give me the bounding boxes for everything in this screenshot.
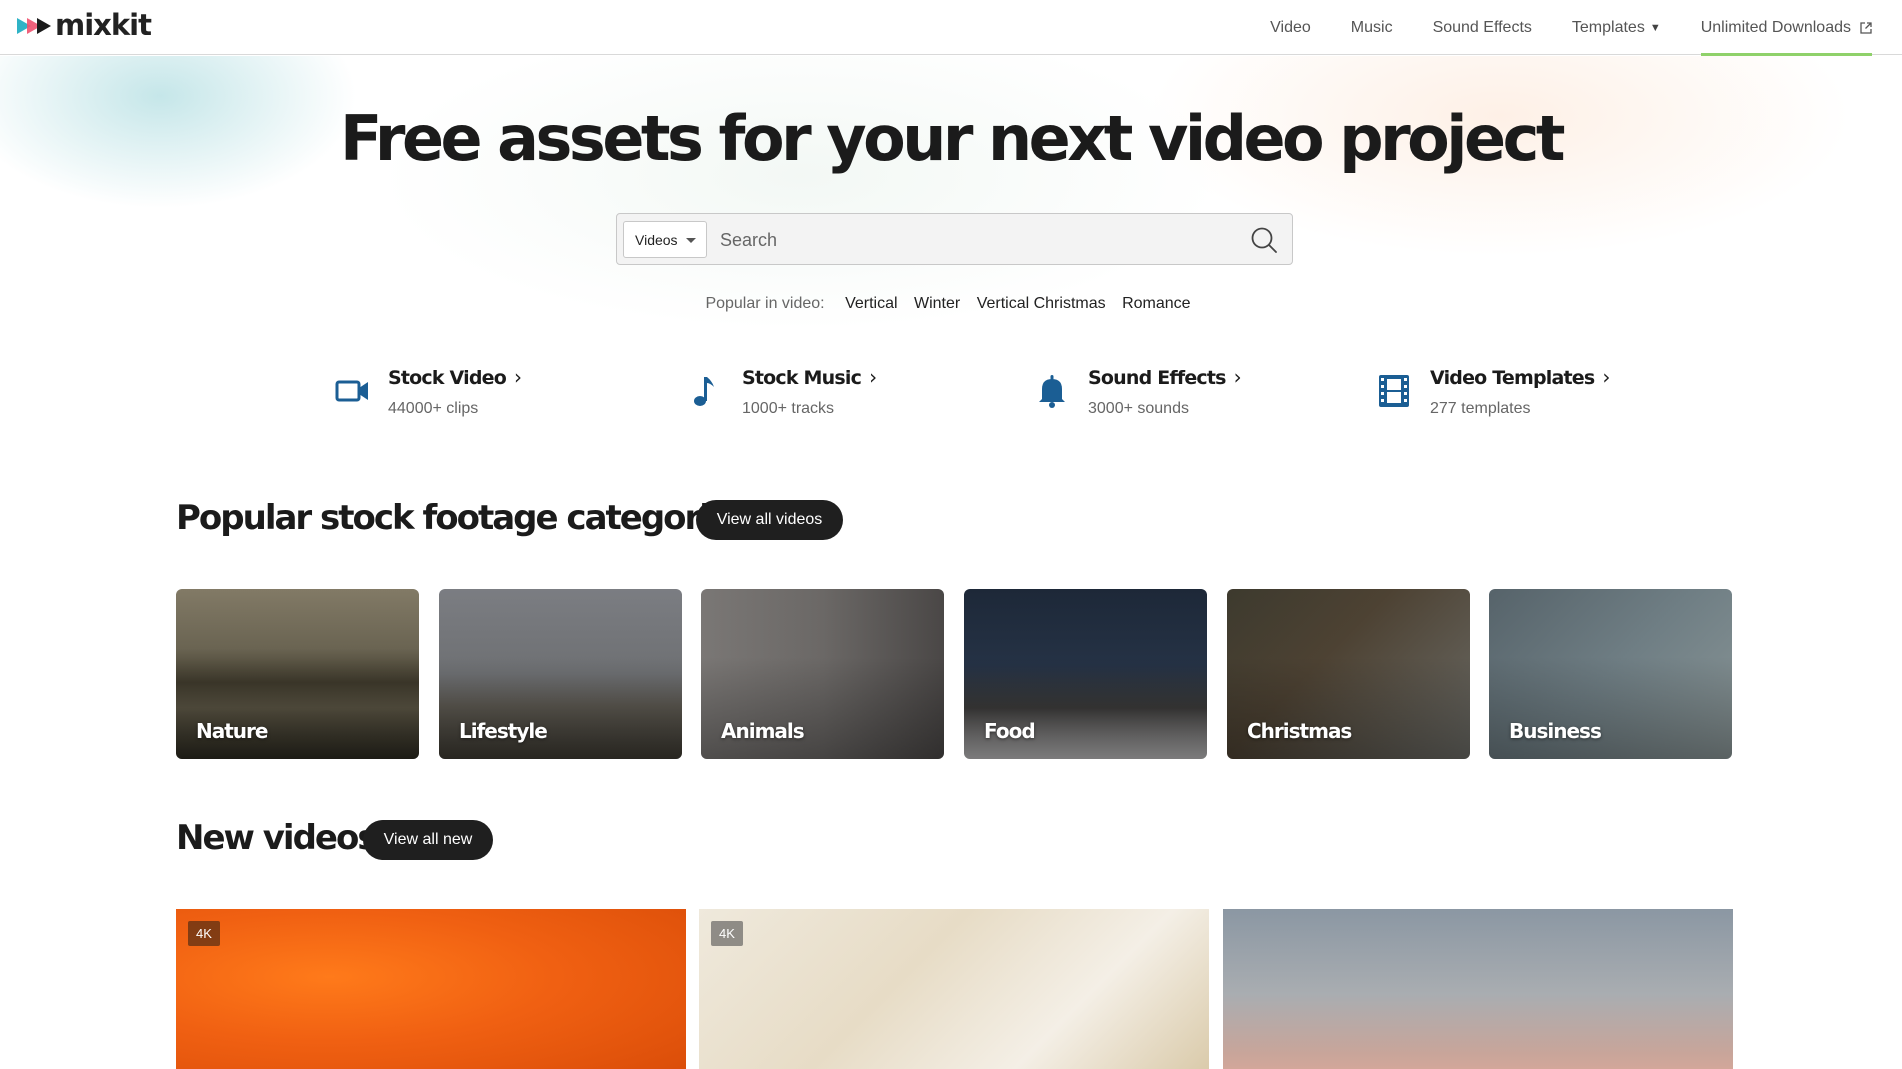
nav-music-label: Music [1350, 18, 1393, 36]
category-subtitle: 44000+ clips [388, 400, 479, 417]
nav-video-label: Video [1270, 18, 1311, 36]
nav-templates[interactable]: Templates ▼ [1572, 0, 1661, 55]
popular-tag-vertical-christmas[interactable]: Vertical Christmas [977, 295, 1106, 312]
category-title-text: Stock Music [742, 367, 862, 389]
nav-templates-label: Templates [1571, 18, 1645, 36]
chevron-right-icon: › [1233, 365, 1242, 389]
search-icon[interactable] [1250, 226, 1278, 254]
bell-icon [1039, 375, 1065, 408]
nav-unlimited-downloads-label: Unlimited Downloads [1700, 18, 1851, 36]
film-strip-icon [1379, 375, 1409, 407]
tile-label: Christmas [1247, 719, 1352, 743]
footage-tile-food[interactable]: Food [964, 589, 1207, 759]
footage-tile-christmas[interactable]: Christmas [1227, 589, 1470, 759]
tile-label: Food [984, 719, 1036, 743]
popular-tag-vertical[interactable]: Vertical [845, 295, 897, 312]
logo-text: mixkit [55, 8, 152, 42]
search-type-value: Videos [635, 231, 678, 248]
quick-categories: Stock Video › 44000+ clips Stock Music › 1… [0, 365, 1902, 435]
chevron-right-icon: › [1602, 365, 1610, 389]
chevron-right-icon: › [869, 365, 877, 389]
tile-label: Lifestyle [459, 719, 548, 743]
nav-sound-effects[interactable]: Sound Effects [1433, 0, 1532, 55]
mixkit-logo[interactable]: mixkit [17, 8, 152, 42]
category-title-text: Stock Video [388, 367, 507, 389]
nav-sound-effects-label: Sound Effects [1432, 18, 1532, 36]
music-note-icon [694, 377, 714, 406]
search-type-select[interactable]: Videos [623, 221, 707, 258]
category-title: Stock Video › [388, 365, 522, 389]
new-videos-title: New videos [176, 818, 378, 858]
nav-unlimited-downloads[interactable]: Unlimited Downloads [1700, 0, 1873, 56]
popular-label: Popular in video: [705, 295, 825, 312]
popular-tag-romance[interactable]: Romance [1122, 295, 1190, 312]
tile-label: Nature [196, 719, 268, 743]
footage-section-title: Popular stock footage categories [176, 498, 750, 538]
footage-tile-nature[interactable]: Nature [176, 589, 419, 759]
caret-down-icon [686, 238, 696, 243]
tile-label: Business [1509, 719, 1602, 743]
search-bar: Videos [616, 213, 1293, 265]
popular-tags: Popular in video: Vertical Winter Vertic… [0, 295, 1902, 313]
resolution-badge: 4K [711, 921, 743, 946]
footage-tile-lifestyle[interactable]: Lifestyle [439, 589, 682, 759]
logo-mark-icon [17, 18, 51, 34]
category-title: Stock Music › [742, 365, 877, 389]
hero-title: Free assets for your next video project [340, 102, 1565, 175]
nav-video[interactable]: Video [1270, 0, 1311, 55]
footage-tile-animals[interactable]: Animals [701, 589, 944, 759]
category-title-text: Sound Effects [1088, 367, 1226, 389]
category-subtitle: 3000+ sounds [1088, 400, 1189, 417]
view-all-new-button[interactable]: View all new [363, 820, 493, 860]
category-subtitle: 1000+ tracks [742, 400, 835, 417]
footage-tile-business[interactable]: Business [1489, 589, 1732, 759]
category-title-text: Video Templates [1430, 367, 1595, 389]
resolution-badge: 4K [188, 921, 220, 946]
main-nav: Video Music Sound Effects Templates ▼ Unl… [1250, 0, 1892, 56]
category-title: Video Templates › [1430, 365, 1610, 389]
nav-music[interactable]: Music [1351, 0, 1393, 55]
view-all-videos-button[interactable]: View all videos [696, 500, 843, 540]
caret-down-icon: ▼ [1649, 21, 1661, 34]
search-input[interactable] [720, 222, 1220, 258]
category-subtitle: 277 templates [1430, 400, 1531, 417]
top-header: mixkit Video Music Sound Effects Templat… [0, 0, 1902, 56]
category-title: Sound Effects › [1088, 365, 1242, 389]
new-video-card[interactable]: 4K [699, 909, 1209, 1069]
new-video-card[interactable]: 4K [176, 909, 686, 1069]
video-camera-icon [335, 380, 368, 402]
new-video-card[interactable] [1223, 909, 1733, 1069]
external-link-icon [1860, 21, 1872, 34]
chevron-right-icon: › [513, 365, 522, 389]
tile-label: Animals [721, 719, 805, 743]
popular-tag-winter[interactable]: Winter [914, 295, 960, 312]
